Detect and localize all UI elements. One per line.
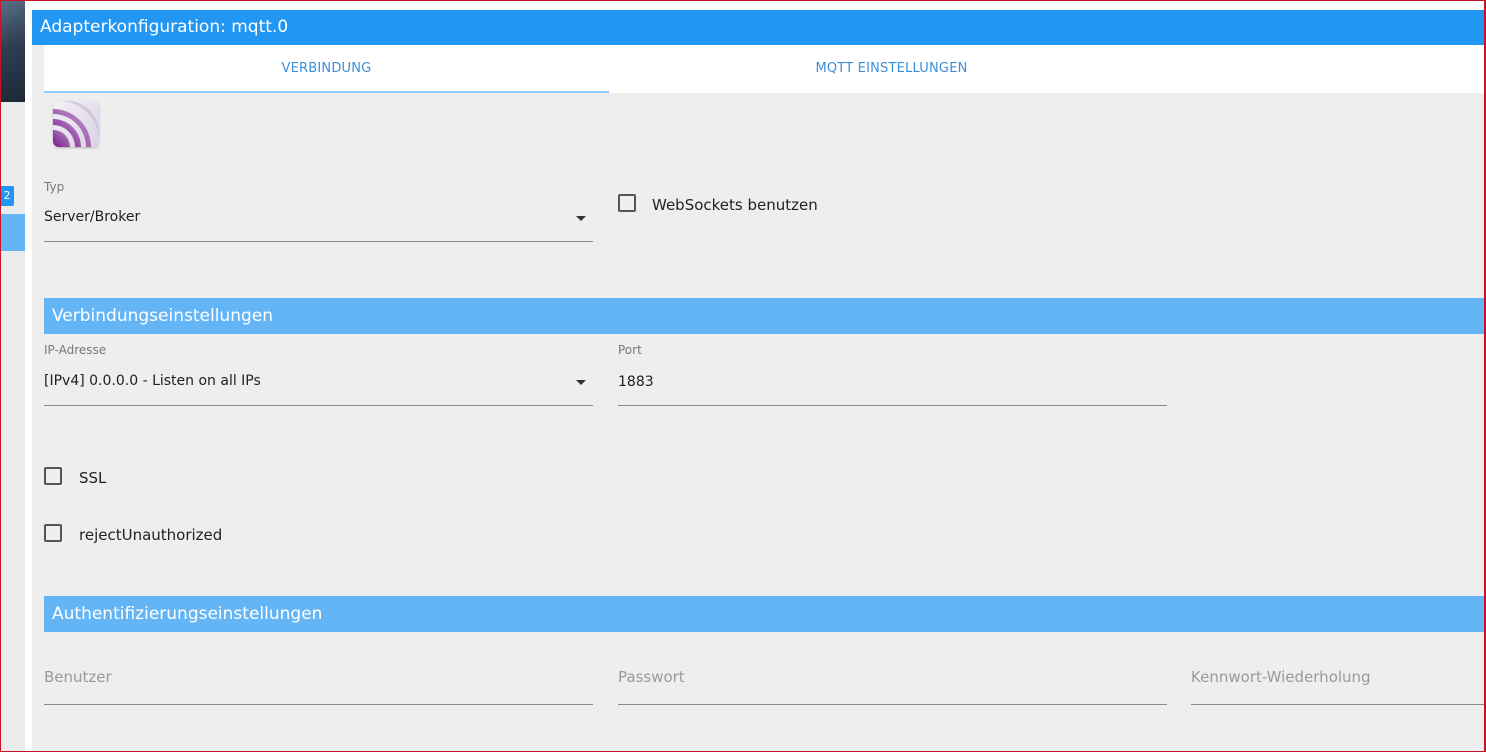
background-thumbnail bbox=[0, 0, 25, 102]
type-label: Typ bbox=[44, 180, 65, 194]
tab-mqtt-einstellungen[interactable]: MQTT EINSTELLUNGEN bbox=[609, 45, 1174, 93]
mqtt-logo-icon bbox=[53, 101, 99, 147]
password-input-underline bbox=[618, 704, 1167, 705]
selected-sidebar-item[interactable] bbox=[0, 214, 25, 251]
auth-section-header: Authentifizierungseinstellungen bbox=[44, 596, 1484, 632]
port-label: Port bbox=[618, 343, 642, 357]
reject-unauthorized-checkbox[interactable] bbox=[44, 524, 62, 542]
connection-section-header: Verbindungseinstellungen bbox=[44, 298, 1484, 334]
password-input[interactable]: Passwort bbox=[618, 668, 685, 686]
password-repeat-input-underline bbox=[1191, 704, 1484, 705]
caret-down-icon[interactable] bbox=[576, 380, 586, 385]
tab-verbindung[interactable]: VERBINDUNG bbox=[44, 45, 609, 93]
ip-select-value[interactable]: [IPv4] 0.0.0.0 - Listen on all IPs bbox=[44, 373, 261, 389]
reject-unauthorized-label: rejectUnauthorized bbox=[79, 526, 223, 544]
ip-label: IP-Adresse bbox=[44, 343, 107, 357]
websockets-label: WebSockets benutzen bbox=[652, 196, 818, 214]
dialog-title: Adapterkonfiguration: mqtt.0 bbox=[32, 10, 1484, 45]
user-input[interactable]: Benutzer bbox=[44, 668, 112, 686]
user-input-underline bbox=[44, 704, 593, 705]
ip-select-underline bbox=[44, 405, 593, 406]
port-input-underline bbox=[618, 405, 1167, 406]
caret-down-icon[interactable] bbox=[576, 216, 586, 221]
type-select-underline bbox=[44, 241, 593, 242]
type-select-value[interactable]: Server/Broker bbox=[44, 209, 140, 225]
ssl-checkbox[interactable] bbox=[44, 467, 62, 485]
password-repeat-input[interactable]: Kennwort-Wiederholung bbox=[1191, 668, 1371, 686]
notification-badge: 2 bbox=[0, 186, 14, 206]
background-app-sidebar: 2 bbox=[0, 0, 25, 752]
adapter-config-dialog: Adapterkonfiguration: mqtt.0 VERBINDUNG … bbox=[32, 10, 1484, 752]
websockets-checkbox[interactable] bbox=[618, 194, 636, 212]
ssl-label: SSL bbox=[79, 469, 107, 487]
tab-bar: VERBINDUNG MQTT EINSTELLUNGEN bbox=[44, 45, 1484, 93]
port-input[interactable]: 1883 bbox=[618, 374, 654, 390]
